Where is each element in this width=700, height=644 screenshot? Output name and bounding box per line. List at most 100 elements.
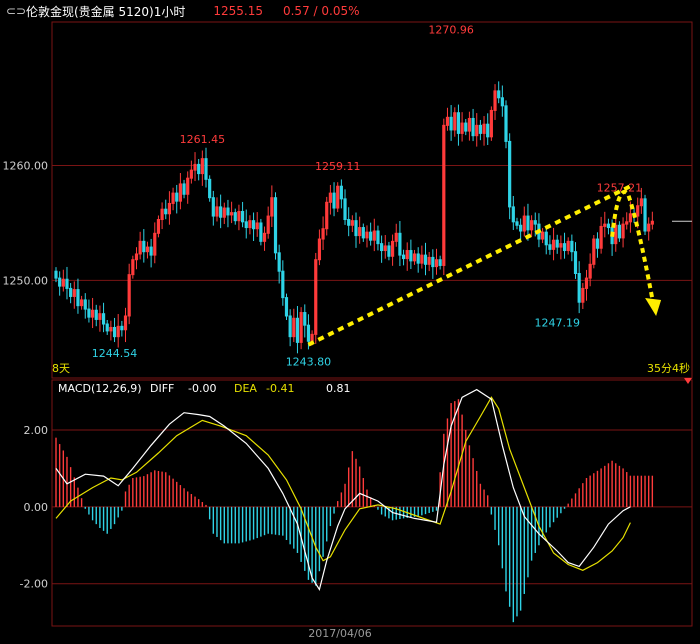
candle-body [270,197,274,217]
macd-tick-label: 2.00 [24,424,49,437]
candle-body [423,254,428,265]
candle-body [131,259,135,276]
candle-body [412,253,417,262]
candle-body [628,213,632,223]
candle-body [211,197,215,217]
candle-body [303,312,307,326]
candle-body [449,116,453,131]
candle-body [259,222,263,242]
macd-axis: 2.00 0.00 -2.00 [20,424,48,591]
candle-body [182,183,186,195]
candle-body [606,223,611,229]
candle-body [314,259,318,335]
price-annotation: 1243.80 [286,356,332,369]
dea-line [55,396,631,571]
candle-body [427,256,431,265]
candle-body [288,315,292,338]
candle-body [603,223,607,227]
candle-body [475,124,479,137]
candle-body [442,124,446,266]
candle-body [164,208,168,215]
candle-body [347,219,351,226]
candle-body [138,240,142,255]
dea-legend-value: -0.41 [266,382,294,395]
candle-body [233,212,237,222]
candle-body [251,220,256,230]
price-annotation: 1244.54 [92,347,138,360]
candlestick-series [54,81,654,354]
candle-body [310,333,314,342]
candle-body [548,244,552,250]
trend-line [307,184,632,347]
candle-body [519,224,523,232]
candle-body [372,230,376,241]
candle-body [134,253,139,261]
candle-body [266,215,270,234]
candle-body [339,185,343,200]
price-grid [51,21,693,379]
candle-body [383,245,387,252]
candle-body [244,221,248,229]
candle-body [156,219,161,234]
candle-body [98,313,102,320]
candle-body [365,231,369,239]
candle-body [482,123,486,134]
candle-body [295,317,300,343]
candle-body [189,169,193,179]
candle-body [273,197,278,254]
candle-body [219,206,223,218]
candle-body [445,116,450,126]
candle-body [555,239,559,248]
candle-body [551,239,556,250]
candle-body [522,215,526,232]
diff-legend-value: -0.00 [188,382,216,395]
candle-body [361,227,365,239]
candle-body [584,277,589,289]
candle-body [636,205,640,217]
candle-body [76,289,80,307]
candle-body [650,220,654,225]
candle-body [61,278,65,287]
candle-body [595,238,600,249]
candle-body [478,124,482,134]
date-label: 2017/04/06 [308,627,371,640]
candle-body [456,112,461,134]
candle-body [343,198,347,221]
candle-body [489,109,493,138]
candle-body [171,192,175,204]
chart-canvas[interactable]: 1261.451270.961259.111257.211244.541243.… [0,0,700,644]
candle-body [500,97,504,107]
candle-body [328,192,332,203]
macd-legend-name: MACD(12,26,9) [58,382,142,395]
candle-body [599,225,603,249]
candle-body [573,251,578,274]
price-frame [51,21,693,379]
candle-body [354,220,358,237]
candle-body [175,192,179,202]
candle-body [281,270,285,299]
candle-body [350,220,354,226]
candle-body [142,240,146,253]
candle-body [153,232,157,256]
candle-body [526,215,530,231]
candle-body [544,231,548,246]
forecast-arrow-head [645,297,662,316]
candle-body [511,206,515,223]
candle-body [197,163,201,175]
candle-body [588,263,592,279]
candle-body [431,256,435,268]
candle-body [58,277,62,287]
candle-body [409,250,413,262]
candle-body [401,254,406,260]
dea-legend-label: DEA [234,382,257,395]
candle-body [178,183,182,202]
candle-body [540,231,545,240]
diff-legend-label: DIFF [150,382,174,395]
candle-body [167,202,172,215]
candle-body [208,178,212,199]
candle-body [240,210,245,223]
candle-body [54,270,58,279]
candle-body [292,317,296,338]
candle-body [453,112,457,131]
candle-body [325,201,329,230]
